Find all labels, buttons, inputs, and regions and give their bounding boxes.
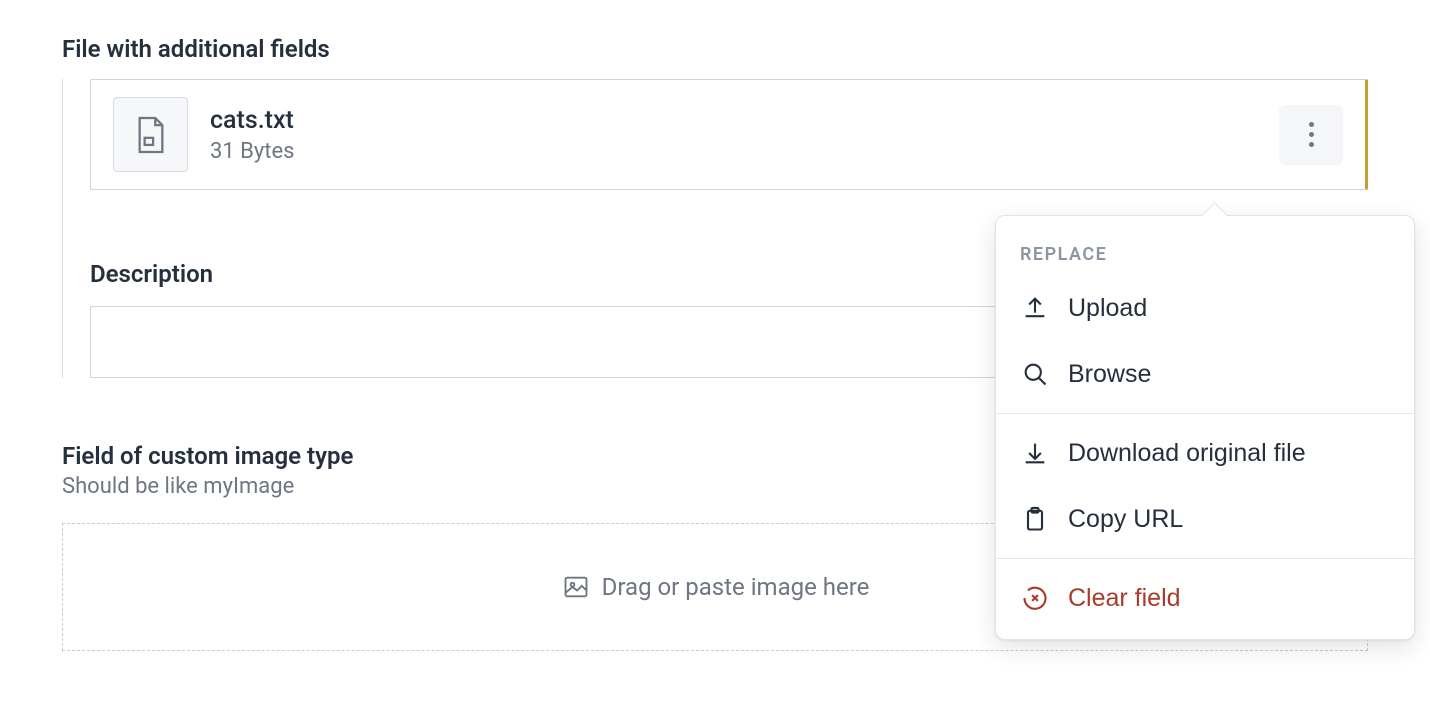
menu-separator (996, 413, 1414, 414)
menu-item-browse[interactable]: Browse (996, 341, 1414, 407)
upload-icon (1020, 293, 1050, 323)
search-icon (1020, 359, 1050, 389)
menu-item-label: Download original file (1068, 439, 1306, 468)
dropzone-hint-text: Drag or paste image here (602, 573, 870, 601)
file-name: cats.txt (210, 105, 1279, 136)
menu-item-copy-url[interactable]: Copy URL (996, 486, 1414, 552)
file-icon (134, 115, 168, 155)
file-thumbnail (113, 97, 188, 172)
file-size: 31 Bytes (210, 139, 1279, 164)
menu-item-label: Browse (1068, 360, 1151, 389)
menu-item-label: Upload (1068, 294, 1147, 323)
kebab-icon (1309, 122, 1314, 147)
file-field-label: File with additional fields (62, 35, 1368, 63)
download-icon (1020, 438, 1050, 468)
file-menu-button[interactable] (1279, 105, 1343, 165)
menu-item-label: Clear field (1068, 584, 1181, 613)
dropzone-hint: Drag or paste image here (561, 572, 870, 602)
image-icon (561, 572, 591, 602)
menu-separator (996, 558, 1414, 559)
file-actions-menu: REPLACE Upload Browse (995, 215, 1415, 640)
menu-item-label: Copy URL (1068, 505, 1183, 534)
menu-header: REPLACE (996, 226, 1414, 275)
menu-item-download[interactable]: Download original file (996, 420, 1414, 486)
menu-item-upload[interactable]: Upload (996, 275, 1414, 341)
file-card: cats.txt 31 Bytes (90, 79, 1368, 190)
clipboard-icon (1020, 504, 1050, 534)
clear-icon (1020, 583, 1050, 613)
menu-item-clear-field[interactable]: Clear field (996, 565, 1414, 631)
